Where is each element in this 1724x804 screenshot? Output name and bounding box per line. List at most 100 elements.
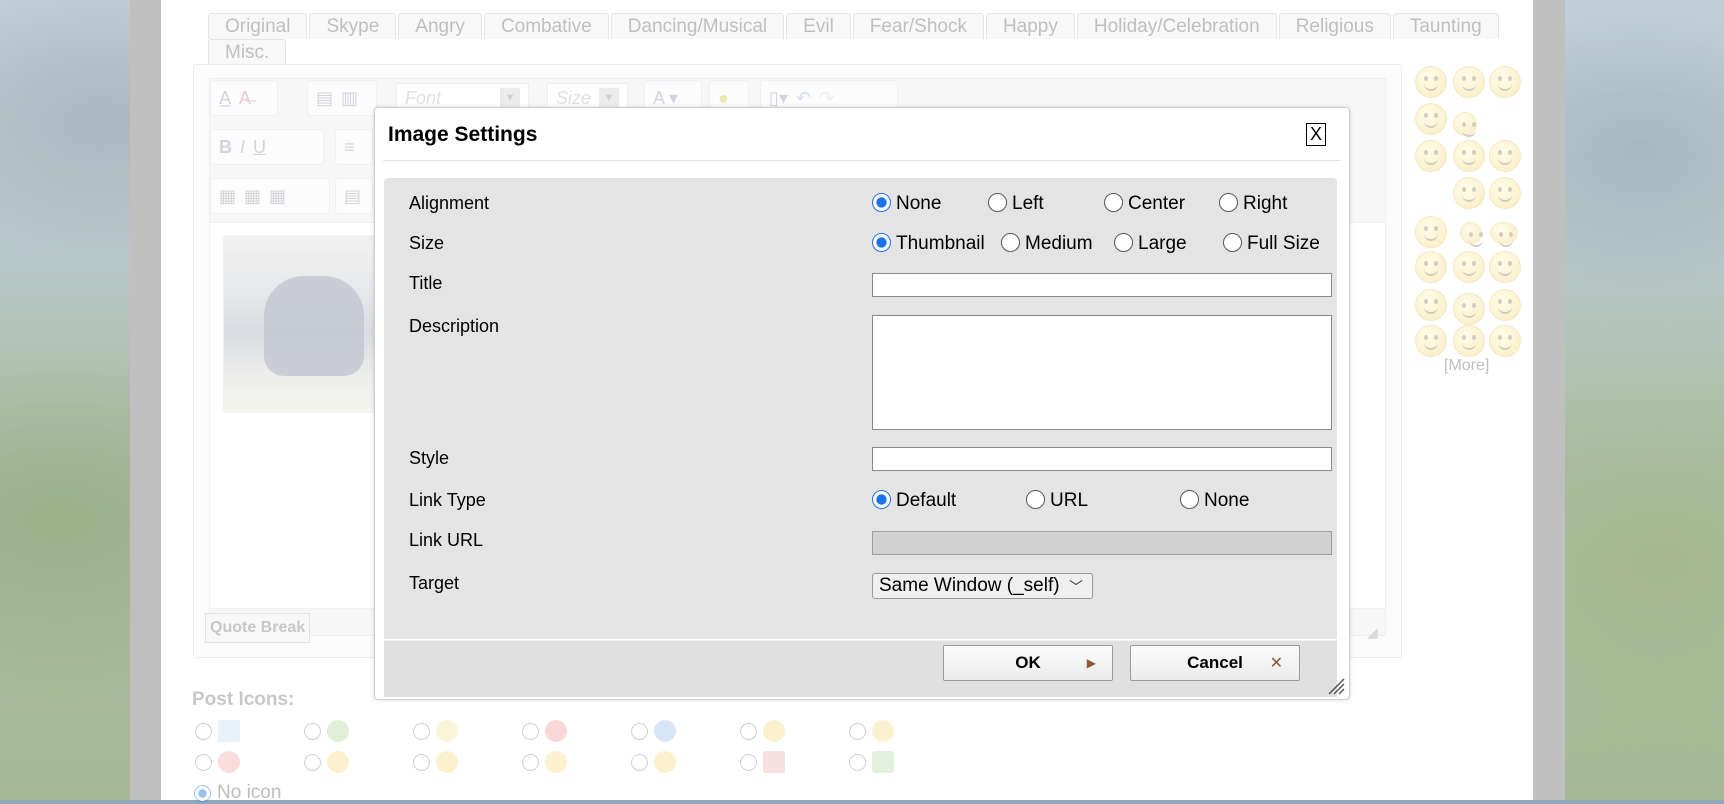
tab-holiday-celebration[interactable]: Holiday/Celebration bbox=[1076, 13, 1277, 39]
paste-word-icon[interactable]: ▥ bbox=[341, 88, 358, 109]
smiley-icon[interactable] bbox=[1453, 177, 1485, 209]
table-delete-icon[interactable]: ▦ bbox=[269, 186, 286, 207]
size-option-thumbnail[interactable]: Thumbnail bbox=[872, 233, 1001, 255]
post-icon-radio[interactable] bbox=[304, 722, 321, 740]
post-icon-radio[interactable] bbox=[849, 722, 866, 740]
insert-media-icon[interactable]: ▯▾ bbox=[769, 88, 788, 109]
link-type-option-url[interactable]: URL bbox=[1026, 490, 1180, 512]
tab-evil[interactable]: Evil bbox=[786, 13, 851, 39]
link-type-none-radio[interactable] bbox=[1180, 490, 1199, 509]
smiley-icon[interactable] bbox=[1453, 112, 1477, 137]
post-icon-radio[interactable] bbox=[740, 722, 757, 740]
post-icon-radio[interactable] bbox=[631, 722, 648, 740]
smiley-icon[interactable] bbox=[1460, 222, 1483, 247]
size-thumbnail-radio[interactable] bbox=[872, 233, 891, 252]
no-icon-radio[interactable] bbox=[194, 784, 211, 802]
post-icon-radio[interactable] bbox=[304, 753, 321, 771]
link-type-url-radio[interactable] bbox=[1026, 490, 1045, 509]
bold-icon[interactable]: B bbox=[219, 137, 232, 158]
size-full-radio[interactable] bbox=[1223, 233, 1242, 252]
size-option-medium[interactable]: Medium bbox=[1001, 233, 1114, 255]
smiley-icon[interactable] bbox=[1415, 216, 1447, 248]
editor-resize-grip-icon[interactable]: ◢ bbox=[1367, 624, 1385, 642]
ok-button[interactable]: OK ▶ bbox=[943, 645, 1113, 681]
smiley-icon[interactable] bbox=[1453, 251, 1485, 283]
paste-icon[interactable]: ▤ bbox=[316, 88, 333, 109]
tab-happy[interactable]: Happy bbox=[985, 13, 1075, 39]
smiley-icon[interactable] bbox=[1489, 289, 1521, 321]
post-icon-radio[interactable] bbox=[849, 753, 866, 771]
link-type-option-none[interactable]: None bbox=[1180, 490, 1249, 512]
alignment-option-left[interactable]: Left bbox=[988, 193, 1104, 215]
tab-skype[interactable]: Skype bbox=[309, 13, 397, 39]
post-icon-radio[interactable] bbox=[522, 753, 539, 771]
link-type-default-radio[interactable] bbox=[872, 490, 891, 509]
clear-format-icon[interactable]: A̶ bbox=[239, 88, 251, 109]
smiley-icon[interactable] bbox=[1415, 140, 1447, 172]
smiley-icon[interactable] bbox=[1453, 293, 1485, 325]
alignment-option-none[interactable]: None bbox=[872, 193, 988, 215]
target-select[interactable]: Same Window (_self) ﹀ bbox=[872, 573, 1093, 599]
alignment-option-right[interactable]: Right bbox=[1219, 193, 1287, 215]
smiley-icon[interactable] bbox=[1453, 140, 1485, 172]
alignment-right-radio[interactable] bbox=[1219, 193, 1238, 212]
italic-icon[interactable]: I bbox=[240, 137, 245, 158]
redo-icon[interactable]: ↷ bbox=[819, 88, 834, 109]
insert-row-button[interactable]: ▤ bbox=[335, 178, 373, 214]
smiley-icon[interactable] bbox=[1489, 140, 1521, 172]
tab-religious[interactable]: Religious bbox=[1278, 13, 1391, 39]
undo-icon[interactable]: ↶ bbox=[796, 88, 811, 109]
no-icon-option[interactable]: No icon bbox=[194, 782, 281, 804]
alignment-center-radio[interactable] bbox=[1104, 193, 1123, 212]
smiley-icon[interactable] bbox=[1489, 177, 1521, 209]
post-icon-radio[interactable] bbox=[740, 753, 757, 771]
post-icon-radio[interactable] bbox=[631, 753, 648, 771]
align-left-button[interactable]: ≡ bbox=[335, 129, 373, 165]
size-option-large[interactable]: Large bbox=[1114, 233, 1223, 255]
alignment-left-radio[interactable] bbox=[988, 193, 1007, 212]
table-props-icon[interactable]: ▦ bbox=[244, 186, 261, 207]
size-option-full[interactable]: Full Size bbox=[1223, 233, 1320, 255]
close-button[interactable]: X bbox=[1306, 123, 1326, 146]
smiley-icon[interactable] bbox=[1415, 66, 1447, 98]
smiley-icon[interactable] bbox=[1489, 251, 1521, 283]
quote-break-button[interactable]: Quote Break bbox=[205, 613, 311, 643]
size-medium-radio[interactable] bbox=[1001, 233, 1020, 252]
alignment-none-radio[interactable] bbox=[872, 193, 891, 212]
smiley-icon[interactable] bbox=[1490, 222, 1518, 247]
size-large-radio[interactable] bbox=[1114, 233, 1133, 252]
more-smileys-link[interactable]: [More] bbox=[1444, 357, 1489, 375]
smiley-icon[interactable] bbox=[1489, 325, 1521, 357]
tab-taunting[interactable]: Taunting bbox=[1392, 13, 1499, 39]
tab-original[interactable]: Original bbox=[208, 13, 308, 39]
smiley-icon[interactable] bbox=[1489, 66, 1521, 98]
alignment-option-center[interactable]: Center bbox=[1104, 193, 1219, 215]
table-icon[interactable]: ▦ bbox=[219, 186, 236, 207]
link-type-option-default[interactable]: Default bbox=[872, 490, 1026, 512]
smiley-icon[interactable] bbox=[1415, 103, 1447, 135]
smiley-icon[interactable] bbox=[1415, 325, 1447, 357]
tab-combative[interactable]: Combative bbox=[483, 13, 609, 39]
tab-dancing-musical[interactable]: Dancing/Musical bbox=[610, 13, 785, 39]
smiley-icon[interactable] bbox=[1453, 325, 1485, 357]
smiley-icon[interactable] bbox=[1415, 251, 1447, 283]
underline-icon[interactable]: U bbox=[253, 137, 266, 158]
inserted-image-thumbnail[interactable] bbox=[223, 235, 375, 413]
tab-angry[interactable]: Angry bbox=[398, 13, 482, 39]
style-input[interactable] bbox=[872, 447, 1332, 471]
post-icon-radio[interactable] bbox=[195, 722, 212, 740]
tab-misc[interactable]: Misc. bbox=[208, 39, 287, 65]
post-icon-radio[interactable] bbox=[413, 722, 430, 740]
post-icon-radio[interactable] bbox=[195, 753, 212, 771]
description-textarea[interactable] bbox=[872, 315, 1332, 430]
cancel-button[interactable]: Cancel ✕ bbox=[1130, 645, 1300, 681]
smiley-icon[interactable] bbox=[1453, 66, 1485, 98]
cancel-label: Cancel bbox=[1187, 653, 1243, 672]
smiley-icon[interactable] bbox=[1415, 289, 1447, 321]
remove-format-icon[interactable]: A̲ bbox=[219, 88, 231, 109]
post-icon-radio[interactable] bbox=[522, 722, 539, 740]
dialog-resize-grip-icon[interactable] bbox=[1327, 677, 1345, 695]
tab-fear-shock[interactable]: Fear/Shock bbox=[852, 13, 984, 39]
title-input[interactable] bbox=[872, 273, 1332, 297]
post-icon-radio[interactable] bbox=[413, 753, 430, 771]
